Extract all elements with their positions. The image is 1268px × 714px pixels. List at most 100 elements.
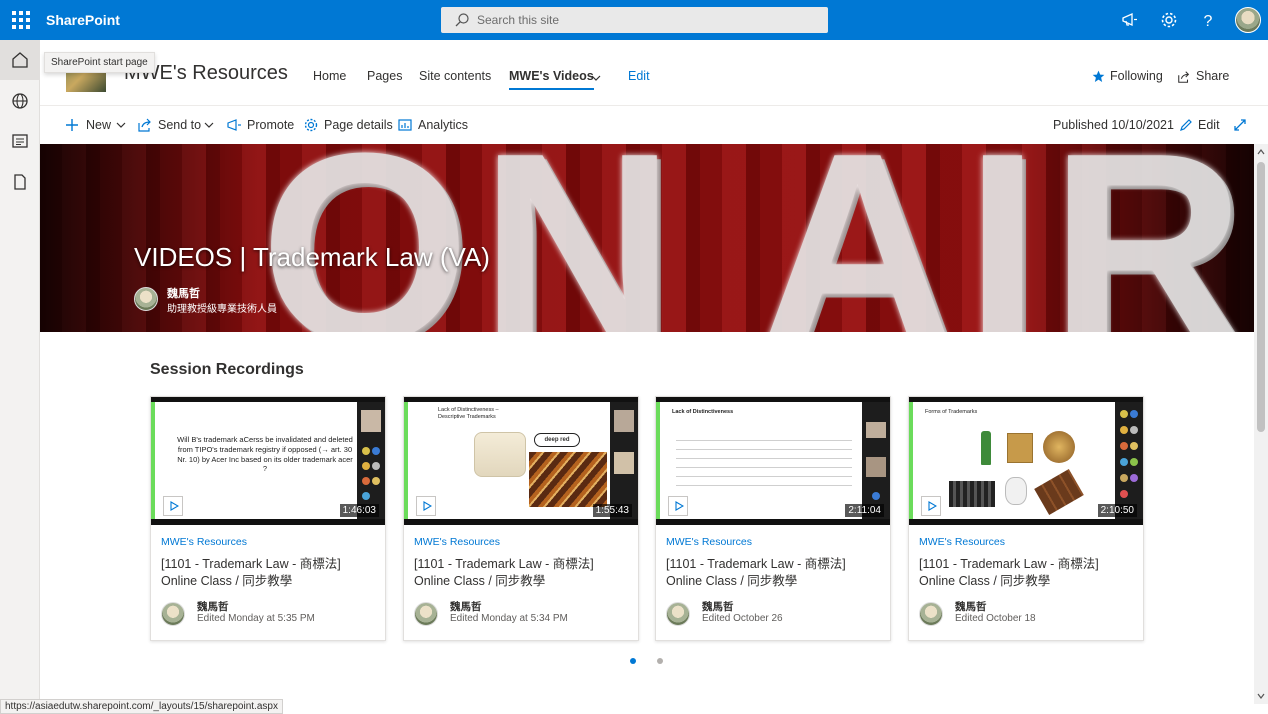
slide-heading: Forms of Trademarks [925,409,978,415]
card-author[interactable]: 魏馬哲 [955,599,987,614]
avatar[interactable] [161,602,185,626]
play-button[interactable] [163,496,183,516]
svg-text:?: ? [1204,13,1213,30]
pager-dot-2[interactable] [657,658,663,664]
play-button[interactable] [921,496,941,516]
play-button[interactable] [668,496,688,516]
hero-banner: ON AIR VIDEOS | Trademark Law (VA) 魏馬哲 助… [40,144,1254,332]
nav-pages[interactable]: Pages [367,69,402,83]
star-icon[interactable] [1092,70,1105,83]
analytics-button[interactable]: Analytics [418,118,468,132]
card-site-link[interactable]: MWE's Resources [919,536,1005,548]
video-card[interactable]: Will B's trademark aCerss be invalidated… [150,396,386,641]
site-header: MWE's Resources Home Pages Site contents… [40,40,1268,106]
play-icon [170,501,179,511]
author-avatar[interactable] [134,287,158,311]
help-icon[interactable]: ? [1198,10,1218,30]
page-title: VIDEOS | Trademark Law (VA) [134,242,490,272]
video-thumbnail[interactable]: Lack of Distinctiveness – Descriptive Tr… [404,397,638,525]
card-author[interactable]: 魏馬哲 [450,599,482,614]
nav-mwe-videos[interactable]: MWE's Videos [509,69,594,90]
pager-dot-1[interactable] [630,658,636,664]
globe-icon[interactable] [10,91,30,111]
packaging-image [1007,433,1033,463]
card-site-link[interactable]: MWE's Resources [666,536,752,548]
card-title[interactable]: [1101 - Trademark Law - 商標法] Online Clas… [666,556,880,590]
card-title[interactable]: [1101 - Trademark Law - 商標法] Online Clas… [414,556,628,590]
slide-bullets [676,435,852,491]
gear-icon[interactable] [303,117,319,133]
play-icon [423,501,432,511]
send-to-icon[interactable] [137,117,153,133]
deep-red-label: deep red [534,433,580,447]
chevron-down-icon[interactable] [204,120,214,130]
video-thumbnail[interactable]: Lack of Distinctiveness 2:11:04 [656,397,890,525]
nav-site-contents[interactable]: Site contents [419,69,491,83]
plus-icon[interactable] [64,117,80,133]
account-avatar[interactable] [1235,7,1261,33]
brand-link[interactable]: SharePoint [46,12,120,28]
chocolate-bar-image [1034,469,1084,515]
send-to-button[interactable]: Send to [158,118,201,132]
analytics-icon[interactable] [397,117,413,133]
command-bar: New Send to Promote Page details Analyti… [40,106,1268,144]
avatar[interactable] [666,602,690,626]
document-icon[interactable] [10,172,30,192]
chocolate-image [1043,431,1075,463]
share-button[interactable]: Share [1196,69,1229,83]
card-site-link[interactable]: MWE's Resources [414,536,500,548]
home-tooltip: SharePoint start page [44,52,155,73]
video-thumbnail[interactable]: Forms of Trademarks 2:10:50 [909,397,1143,525]
mascot-image [1005,477,1027,505]
card-author[interactable]: 魏馬哲 [197,599,229,614]
nav-home[interactable]: Home [313,69,346,83]
video-card[interactable]: Lack of Distinctiveness 2:11:04 MWE's Re… [655,396,891,641]
expand-icon[interactable] [1232,117,1248,133]
megaphone-icon[interactable] [1120,10,1140,30]
share-icon[interactable] [1177,70,1191,84]
following-button[interactable]: Following [1110,69,1163,83]
card-site-link[interactable]: MWE's Resources [161,536,247,548]
scroll-down-icon[interactable] [1257,692,1265,700]
card-author[interactable]: 魏馬哲 [702,599,734,614]
promote-button[interactable]: Promote [247,118,294,132]
app-launcher-icon[interactable] [8,8,32,32]
card-title[interactable]: [1101 - Trademark Law - 商標法] Online Clas… [161,556,375,590]
video-thumbnail[interactable]: Will B's trademark aCerss be invalidated… [151,397,385,525]
lipstick-image [529,452,607,507]
play-icon [928,501,937,511]
new-button[interactable]: New [86,118,111,132]
home-rail-button[interactable] [0,40,40,80]
participant-panel [862,402,890,519]
chevron-down-icon[interactable] [116,120,126,130]
scroll-up-icon[interactable] [1257,148,1265,156]
search-box[interactable]: Search this site [441,7,828,33]
card-edited-date: Edited October 26 [702,613,783,624]
vertical-scrollbar[interactable] [1254,144,1268,704]
play-button[interactable] [416,496,436,516]
card-edited-date: Edited October 18 [955,613,1036,624]
scrollbar-thumb[interactable] [1257,162,1265,432]
video-card[interactable]: Lack of Distinctiveness – Descriptive Tr… [403,396,639,641]
slide-text: Will B's trademark aCerss be invalidated… [177,435,353,474]
suite-bar: SharePoint Search this site ? [0,0,1268,40]
settings-gear-icon[interactable] [1159,10,1179,30]
nav-edit-link[interactable]: Edit [628,69,650,83]
video-card[interactable]: Forms of Trademarks 2:10:50 MWE's Resour… [908,396,1144,641]
edit-button[interactable]: Edit [1198,118,1220,132]
participant-panel [1115,402,1143,519]
avatar[interactable] [919,602,943,626]
promote-megaphone-icon[interactable] [226,117,242,133]
news-icon[interactable] [10,131,30,151]
left-app-bar [0,40,40,714]
avatar[interactable] [414,602,438,626]
chevron-down-icon[interactable] [591,73,601,83]
card-title[interactable]: [1101 - Trademark Law - 商標法] Online Clas… [919,556,1133,590]
pencil-icon[interactable] [1178,117,1194,133]
home-icon [12,52,28,68]
author-name[interactable]: 魏馬哲 [167,285,200,301]
search-icon [455,13,469,27]
page-details-button[interactable]: Page details [324,118,393,132]
video-duration: 2:11:04 [845,504,884,517]
author-role: 助理教授級專業技術人員 [167,304,277,315]
